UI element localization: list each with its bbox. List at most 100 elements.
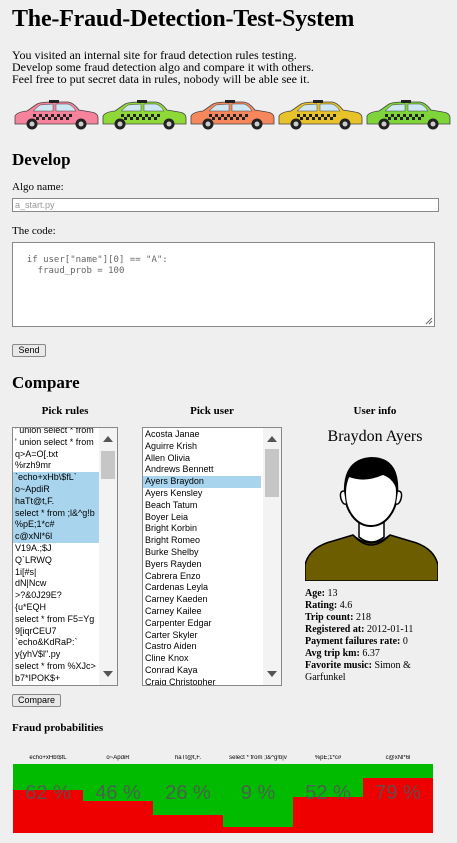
payment-failures-label: Payment failures rate: bbox=[305, 636, 401, 647]
list-option[interactable]: Boyer Leia bbox=[143, 512, 261, 524]
fraud-bar: 46 % bbox=[83, 764, 153, 833]
user-name: Braydon Ayers bbox=[327, 428, 423, 445]
list-option[interactable]: Ayers Kensley bbox=[143, 488, 261, 500]
list-option[interactable]: Aguirre Krish bbox=[143, 441, 261, 453]
list-option[interactable]: V19A.;$J bbox=[13, 543, 99, 555]
list-option[interactable]: Carney Kailee bbox=[143, 606, 261, 618]
payment-failures-value: 0 bbox=[402, 636, 408, 647]
avg-trip-label: Avg trip km: bbox=[305, 648, 360, 659]
list-option[interactable]: Carpenter Edgar bbox=[143, 618, 261, 630]
list-option[interactable]: Craig Christopher bbox=[143, 677, 261, 685]
list-option[interactable]: Bright Romeo bbox=[143, 535, 261, 547]
list-option[interactable]: Carney Kaeden bbox=[143, 594, 261, 606]
list-option[interactable]: >?&0J29E? bbox=[13, 590, 99, 602]
clean-fill bbox=[363, 764, 433, 778]
list-option[interactable]: Andrews Bennett bbox=[143, 464, 261, 476]
taxi-car-icon bbox=[102, 100, 187, 130]
compare-heading: Compare bbox=[12, 373, 80, 392]
intro-line: Feel free to put secret data in rules, n… bbox=[12, 72, 310, 86]
users-listbox[interactable]: Acosta Janae Aguirre Krish Allen Olivia And… bbox=[142, 427, 282, 686]
taxi-car-icon bbox=[366, 100, 451, 130]
list-option[interactable]: Castro Aiden bbox=[143, 641, 261, 653]
send-button[interactable]: Send bbox=[12, 344, 46, 357]
list-option[interactable]: select * from %XJc> bbox=[13, 661, 99, 673]
list-option[interactable]: b7*IPOK$+ bbox=[13, 673, 99, 685]
list-option[interactable]: y{yhV$l".py bbox=[13, 649, 99, 661]
list-option[interactable]: q>A=O[.txt bbox=[13, 449, 99, 461]
user-info-label: User info bbox=[353, 405, 397, 417]
fraud-rule-label: o~ApdiR bbox=[106, 755, 130, 761]
list-option[interactable]: dN|Ncw bbox=[13, 578, 99, 590]
list-option[interactable]: haTt@t,F. bbox=[13, 495, 99, 508]
user-avatar-icon bbox=[305, 447, 438, 581]
list-option[interactable]: select * from F5=Yg bbox=[13, 614, 99, 626]
list-option[interactable]: Allen Olivia bbox=[143, 453, 261, 465]
list-option[interactable]: Byers Rayden bbox=[143, 559, 261, 571]
scroll-up-icon[interactable] bbox=[267, 436, 277, 442]
code-textarea[interactable]: if user["name"][0] == "A": fraud_prob = … bbox=[12, 242, 435, 327]
fraud-bar: 9 % bbox=[223, 764, 293, 833]
list-option[interactable]: `echo+xHb\$fL` bbox=[13, 472, 99, 484]
users-scrollbar[interactable] bbox=[263, 428, 281, 685]
list-option[interactable]: Ayers Braydon bbox=[143, 476, 261, 488]
fraud-rule-label: haTt@t,F. bbox=[174, 755, 202, 761]
list-option[interactable]: Acosta Janae bbox=[143, 429, 261, 441]
fraud-rule-label: select * from ;l&^g!b|v bbox=[229, 755, 287, 761]
fraud-bar: 52 % bbox=[293, 764, 363, 833]
taxi-car-icon bbox=[278, 100, 363, 130]
list-option[interactable]: o~ApdiR bbox=[13, 483, 99, 496]
code-label: The code: bbox=[12, 225, 56, 237]
page-title: The-Fraud-Detection-Test-System bbox=[12, 6, 355, 32]
list-option[interactable]: Beach Tatum bbox=[143, 500, 261, 512]
resize-handle-icon[interactable] bbox=[425, 317, 433, 325]
scroll-down-icon[interactable] bbox=[103, 671, 113, 677]
fraud-value: 62 % bbox=[25, 782, 71, 804]
list-option[interactable]: ' union select * from bbox=[13, 428, 99, 437]
list-option[interactable]: Cardenas Leyla bbox=[143, 582, 261, 594]
fraud-value: 52 % bbox=[305, 782, 351, 804]
trip-count-label: Trip count: bbox=[305, 612, 354, 623]
scroll-down-icon[interactable] bbox=[267, 671, 277, 677]
fraud-value: 79 % bbox=[375, 782, 421, 804]
algo-name-input[interactable]: a_start.py bbox=[12, 198, 439, 212]
list-option[interactable]: ' union select * from bbox=[13, 437, 99, 449]
list-option[interactable]: c@xNl*6l bbox=[13, 531, 99, 543]
list-option[interactable]: Q`LRWQ bbox=[13, 555, 99, 567]
fraud-rule-label: c@xNl*6l bbox=[385, 755, 411, 761]
list-option[interactable]: %pE;1*c# bbox=[13, 519, 99, 532]
registered-label: Registered at: bbox=[305, 624, 365, 635]
list-option[interactable]: Bright Korbin bbox=[143, 523, 261, 535]
fraud-bar: 62 % bbox=[13, 764, 83, 833]
scroll-thumb[interactable] bbox=[101, 451, 115, 479]
intro-text: You visited an internal site for fraud d… bbox=[12, 49, 314, 85]
list-option[interactable]: `echo&KdRaP:` bbox=[13, 637, 99, 649]
rating-label: Rating: bbox=[305, 600, 338, 611]
list-option[interactable]: Carter Skyler bbox=[143, 630, 261, 642]
compare-button[interactable]: Compare bbox=[12, 694, 61, 707]
scroll-thumb[interactable] bbox=[265, 449, 279, 497]
fraud-bar: 26 % bbox=[153, 764, 223, 833]
music-label: Favorite music: bbox=[305, 660, 372, 671]
fraud-rule-label: %pE;1*c# bbox=[314, 755, 342, 761]
fraud-value: 46 % bbox=[95, 782, 141, 804]
list-option[interactable]: Cline Knox bbox=[143, 653, 261, 665]
list-option[interactable]: {u*EQH bbox=[13, 602, 99, 614]
list-option[interactable]: Conrad Kaya bbox=[143, 665, 261, 677]
list-option[interactable]: Cabrera Enzo bbox=[143, 571, 261, 583]
list-option[interactable]: 9[iqrCEU7 bbox=[13, 626, 99, 638]
scroll-up-icon[interactable] bbox=[103, 436, 113, 442]
list-option[interactable]: select * from ;l&^g!b bbox=[13, 507, 99, 520]
develop-heading: Develop bbox=[12, 150, 71, 169]
list-option[interactable]: 1i[#s| bbox=[13, 567, 99, 579]
pick-rules-label: Pick rules bbox=[41, 405, 89, 417]
list-option[interactable]: %rzh9mr bbox=[13, 460, 99, 472]
code-placeholder: if user["name"][0] == "A": fraud_prob = … bbox=[26, 255, 168, 276]
fraud-rule-label: `echo+xHb\$fL` bbox=[27, 755, 69, 761]
taxi-car-icon bbox=[14, 100, 99, 130]
list-option[interactable]: Burke Shelby bbox=[143, 547, 261, 559]
taxi-car-icon bbox=[190, 100, 275, 130]
rules-scrollbar[interactable] bbox=[99, 428, 117, 685]
fraud-value: 9 % bbox=[240, 782, 276, 804]
rules-listbox[interactable]: ' union select * from ' union select * fr… bbox=[12, 427, 118, 686]
algo-name-label: Algo name: bbox=[12, 181, 64, 193]
